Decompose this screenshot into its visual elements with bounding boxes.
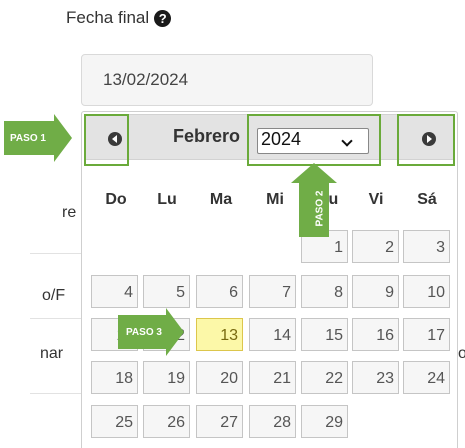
calendar-day[interactable]: 3 [403, 230, 450, 263]
calendar-day[interactable]: 8 [301, 275, 348, 308]
step-2-arrow-head [291, 163, 337, 183]
question-circle-icon[interactable]: ? [154, 9, 172, 27]
weekday-header: Do [105, 191, 127, 208]
field-label-text: Fecha final [66, 8, 150, 27]
weekday-header: Vi [368, 191, 384, 208]
field-label: Fecha final ? [66, 8, 172, 28]
step-2-highlight [247, 114, 381, 166]
weekday-header: Mi [266, 191, 284, 208]
background-text: nar [40, 345, 64, 362]
calendar-day[interactable]: 21 [249, 361, 296, 394]
calendar-day[interactable]: 14 [249, 318, 296, 351]
background-text: o/F [42, 287, 66, 304]
calendar-day[interactable]: 2 [352, 230, 399, 263]
calendar-day[interactable]: 7 [249, 275, 296, 308]
step-1-highlight [84, 114, 129, 166]
calendar-day[interactable]: 5 [143, 275, 190, 308]
calendar-day[interactable]: 18 [91, 361, 138, 394]
calendar-day[interactable]: 26 [143, 405, 190, 438]
calendar-day[interactable]: 4 [91, 275, 138, 308]
calendar-day[interactable]: 9 [352, 275, 399, 308]
calendar-day[interactable]: 20 [196, 361, 243, 394]
calendar-day[interactable]: 24 [403, 361, 450, 394]
calendar-day[interactable]: 10 [403, 275, 450, 308]
calendar-day[interactable]: 28 [249, 405, 296, 438]
month-label: Febrero [173, 126, 241, 146]
calendar-day[interactable]: 15 [301, 318, 348, 351]
weekday-header: Lu [157, 191, 177, 208]
step-1-label: PASO 1 [10, 133, 46, 144]
step-2-label: PASO 2 [314, 190, 326, 227]
weekday-header: Sá [417, 191, 437, 208]
background-text: re [62, 204, 77, 221]
step-3-label: PASO 3 [126, 327, 162, 338]
calendar-day[interactable]: 6 [196, 275, 243, 308]
calendar-day[interactable]: 17 [403, 318, 450, 351]
calendar-day[interactable]: 27 [196, 405, 243, 438]
calendar-day[interactable]: 16 [352, 318, 399, 351]
calendar-day[interactable]: 19 [143, 361, 190, 394]
calendar-day-selected[interactable]: 13 [196, 318, 243, 351]
step-1-next-highlight [397, 114, 455, 166]
calendar-day[interactable]: 22 [301, 361, 348, 394]
calendar-day[interactable]: 25 [91, 405, 138, 438]
calendar-day[interactable]: 29 [301, 405, 348, 438]
background-text: o [458, 345, 465, 362]
calendar-day[interactable]: 23 [352, 361, 399, 394]
weekday-header: Ma [209, 191, 233, 208]
date-input[interactable] [81, 54, 373, 106]
